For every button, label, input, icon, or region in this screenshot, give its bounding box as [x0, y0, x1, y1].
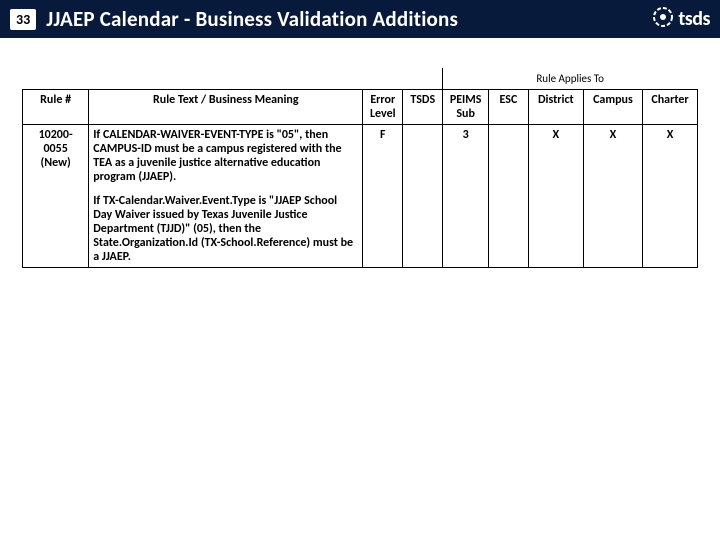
- col-district: District: [528, 90, 583, 125]
- cell-rule-num: 10200-0055 (New): [23, 125, 89, 268]
- col-tsds: TSDS: [403, 90, 443, 125]
- applies-header-row: Rule Applies To: [23, 69, 698, 90]
- content-area: Rule Applies To Rule # Rule Text / Busin…: [0, 38, 720, 268]
- cell-rule-text: If CALENDAR-WAIVER-EVENT-TYPE is "05", t…: [89, 125, 363, 268]
- col-rule-num: Rule #: [23, 90, 89, 125]
- cell-district: X: [528, 125, 583, 268]
- cell-peims: 3: [443, 125, 489, 268]
- title-bar: 33 JJAEP Calendar - Business Validation …: [0, 0, 720, 38]
- cell-charter: X: [643, 125, 698, 268]
- col-campus: Campus: [583, 90, 642, 125]
- logo-text: tsds: [678, 7, 710, 31]
- cell-tsds: [403, 125, 443, 268]
- cell-campus: X: [583, 125, 642, 268]
- logo-mark-icon: [652, 6, 674, 33]
- rules-table: Rule Applies To Rule # Rule Text / Busin…: [22, 68, 698, 268]
- col-peims: PEIMS Sub: [443, 90, 489, 125]
- rule-paragraph-1: If CALENDAR-WAIVER-EVENT-TYPE is "05", t…: [93, 128, 358, 184]
- rule-paragraph-2: If TX-Calendar.Waiver.Event.Type is "JJA…: [93, 194, 358, 264]
- cell-esc: [488, 125, 528, 268]
- column-header-row: Rule # Rule Text / Business Meaning Erro…: [23, 90, 698, 125]
- col-charter: Charter: [643, 90, 698, 125]
- logo: tsds: [652, 6, 710, 33]
- col-rule-text: Rule Text / Business Meaning: [89, 90, 363, 125]
- col-esc: ESC: [488, 90, 528, 125]
- page-number: 33: [10, 9, 36, 30]
- applies-to-label: Rule Applies To: [443, 69, 698, 90]
- cell-error: F: [363, 125, 403, 268]
- slide-title: JJAEP Calendar - Business Validation Add…: [46, 6, 652, 32]
- col-error: Error Level: [363, 90, 403, 125]
- blank-header: [23, 69, 443, 90]
- table-row: 10200-0055 (New) If CALENDAR-WAIVER-EVEN…: [23, 125, 698, 268]
